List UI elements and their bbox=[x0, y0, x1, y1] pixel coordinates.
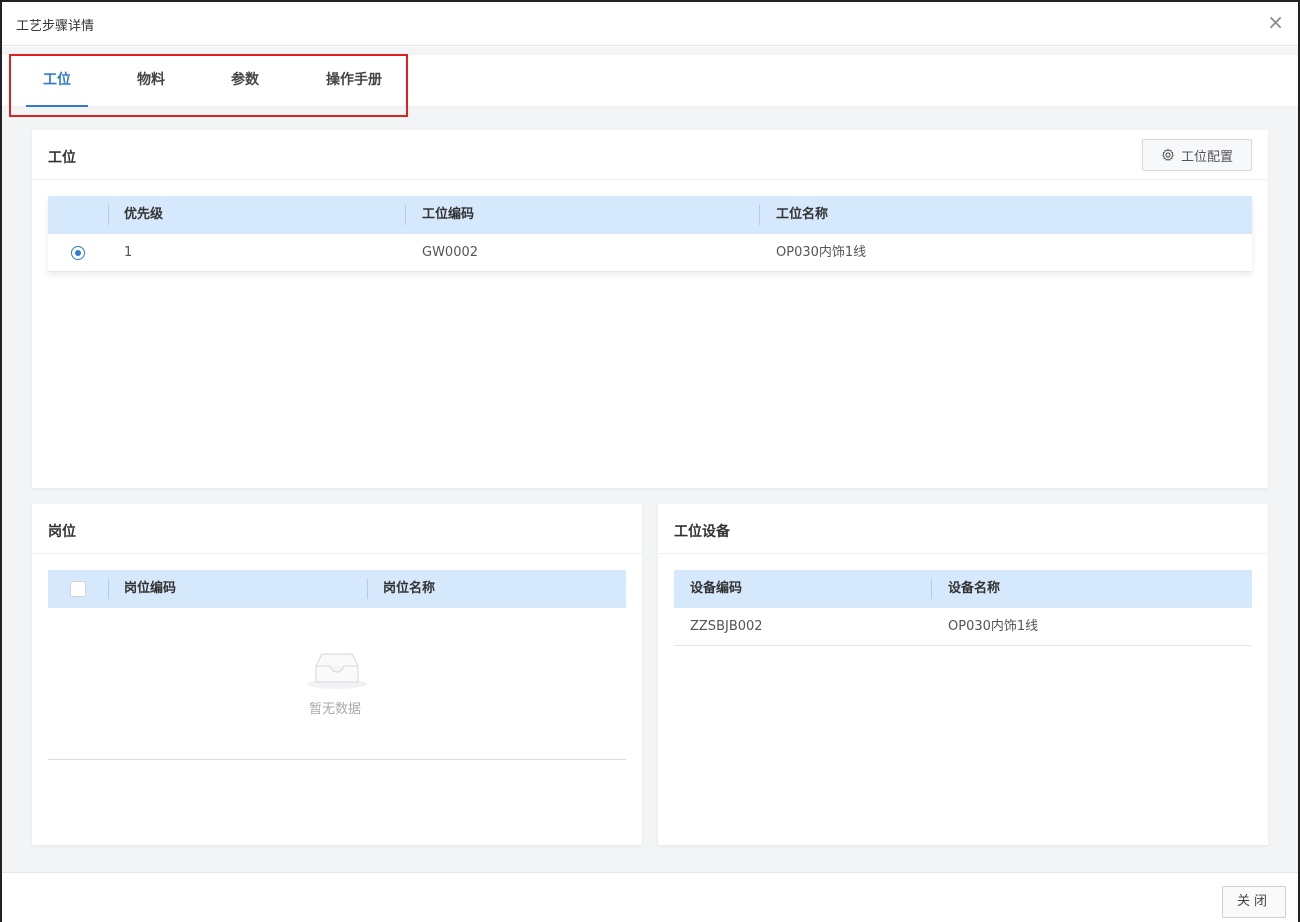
cell-code: GW0002 bbox=[422, 245, 479, 260]
column-separator bbox=[405, 205, 406, 225]
workstation-card: 工位 工位配置 优先级 工位编码 工位名称 1 GW0002 OP030内饰1线 bbox=[32, 130, 1268, 488]
workstation-card-header: 工位 工位配置 bbox=[32, 130, 1268, 180]
tab-material[interactable]: 物料 bbox=[120, 55, 182, 107]
dialog-footer: 关闭 bbox=[2, 872, 1298, 922]
select-all-checkbox[interactable] bbox=[70, 581, 86, 597]
post-card-title: 岗位 bbox=[48, 524, 76, 540]
column-header-post-name[interactable]: 岗位名称 bbox=[383, 570, 435, 608]
post-card-header: 岗位 bbox=[32, 504, 642, 554]
column-header-equipment-name[interactable]: 设备名称 bbox=[948, 570, 1000, 608]
workstation-config-button[interactable]: 工位配置 bbox=[1142, 139, 1252, 171]
tab-label: 工位 bbox=[43, 72, 71, 88]
empty-text: 暂无数据 bbox=[309, 702, 362, 717]
post-table: 岗位编码 岗位名称 暂无数据 bbox=[48, 570, 626, 760]
tab-label: 物料 bbox=[137, 72, 165, 88]
gear-icon bbox=[1162, 148, 1174, 161]
equipment-card: 工位设备 设备编码 设备名称 ZZSBJB002 OP030内饰1线 bbox=[658, 504, 1268, 845]
dialog-body: 工位 物料 参数 操作手册 工位 工位配置 优先级 工位编码 工位名称 1 GW… bbox=[2, 47, 1298, 872]
cell-equipment-code: ZZSBJB002 bbox=[690, 619, 763, 634]
column-separator bbox=[759, 205, 760, 225]
dialog-titlebar: 工艺步骤详情 × bbox=[2, 2, 1298, 46]
dialog: 工艺步骤详情 × 工位 物料 参数 操作手册 工位 工位配置 优先级 工位编码 … bbox=[0, 0, 1300, 922]
tab-parameters[interactable]: 参数 bbox=[214, 55, 276, 107]
column-separator bbox=[367, 579, 368, 599]
workstation-table: 优先级 工位编码 工位名称 1 GW0002 OP030内饰1线 bbox=[48, 196, 1252, 272]
row-radio[interactable] bbox=[71, 246, 85, 260]
table-row[interactable]: ZZSBJB002 OP030内饰1线 bbox=[674, 608, 1252, 646]
cell-priority: 1 bbox=[124, 245, 133, 260]
tab-label: 操作手册 bbox=[326, 72, 382, 88]
post-card: 岗位 岗位编码 岗位名称 暂无数据 bbox=[32, 504, 642, 845]
table-header: 设备编码 设备名称 bbox=[674, 570, 1252, 608]
column-header-post-code[interactable]: 岗位编码 bbox=[124, 570, 176, 608]
close-button[interactable]: 关闭 bbox=[1222, 886, 1286, 918]
empty-inbox-icon bbox=[307, 653, 367, 689]
table-header: 岗位编码 岗位名称 bbox=[48, 570, 626, 608]
table-header: 优先级 工位编码 工位名称 bbox=[48, 196, 1252, 234]
workstation-config-label: 工位配置 bbox=[1180, 149, 1233, 165]
equipment-table: 设备编码 设备名称 ZZSBJB002 OP030内饰1线 bbox=[674, 570, 1252, 646]
tab-label: 参数 bbox=[231, 72, 259, 88]
column-header-name[interactable]: 工位名称 bbox=[776, 196, 828, 234]
column-separator bbox=[108, 205, 109, 225]
column-header-code[interactable]: 工位编码 bbox=[422, 196, 474, 234]
table-row[interactable]: 1 GW0002 OP030内饰1线 bbox=[48, 234, 1252, 272]
tab-workstation[interactable]: 工位 bbox=[26, 55, 88, 107]
cell-name: OP030内饰1线 bbox=[776, 245, 867, 260]
dialog-title: 工艺步骤详情 bbox=[16, 19, 95, 34]
column-header-priority[interactable]: 优先级 bbox=[124, 196, 163, 234]
column-header-equipment-code[interactable]: 设备编码 bbox=[690, 570, 742, 608]
equipment-card-header: 工位设备 bbox=[658, 504, 1268, 554]
equipment-card-title: 工位设备 bbox=[674, 524, 730, 540]
workstation-card-title: 工位 bbox=[48, 150, 76, 166]
tab-bar: 工位 物料 参数 操作手册 bbox=[2, 55, 1298, 107]
column-separator bbox=[108, 579, 109, 599]
tab-operation-manual[interactable]: 操作手册 bbox=[308, 55, 400, 107]
close-icon[interactable]: × bbox=[1267, 12, 1284, 32]
column-separator bbox=[931, 579, 932, 599]
cell-equipment-name: OP030内饰1线 bbox=[948, 619, 1039, 634]
